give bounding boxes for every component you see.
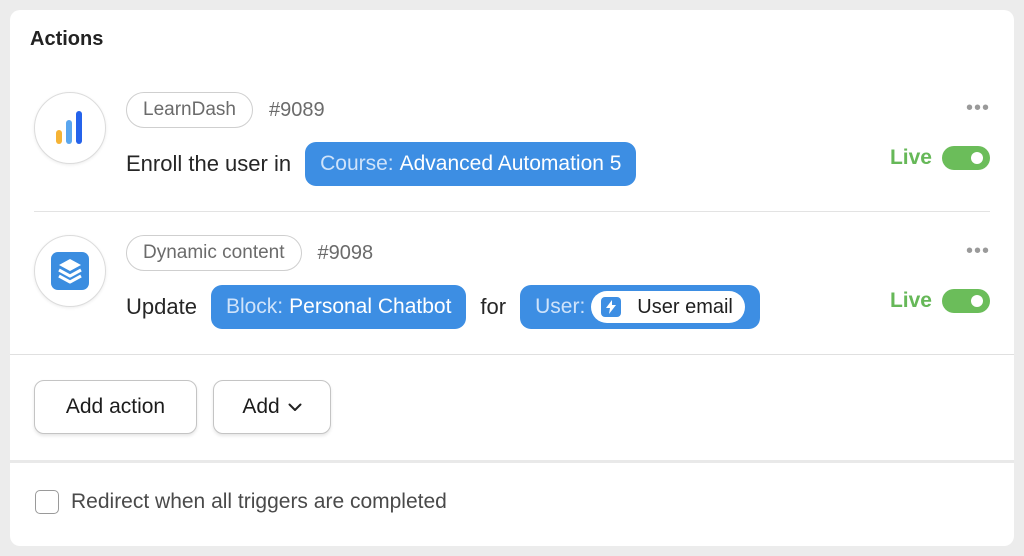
action-sentence: Enroll the user in Course: Advanced Auto…	[126, 142, 637, 186]
redirect-option: Redirect when all triggers are completed	[35, 490, 447, 514]
section-divider	[10, 354, 1014, 355]
redirect-label[interactable]: Redirect when all triggers are completed	[71, 490, 447, 514]
app-pill[interactable]: Dynamic content	[126, 235, 302, 271]
toggle-knob	[971, 152, 983, 164]
token-label: User email	[637, 295, 733, 318]
live-toggle[interactable]	[942, 289, 990, 313]
live-toggle[interactable]	[942, 146, 990, 170]
actions-panel: Actions LearnDash #9089 Enroll the user …	[10, 10, 1014, 546]
course-chip[interactable]: Course: Advanced Automation 5	[305, 142, 637, 186]
add-action-label: Add action	[65, 395, 166, 418]
action-header: LearnDash #9089	[126, 92, 325, 128]
panel-title: Actions	[30, 28, 104, 50]
sentence-joiner: for	[480, 294, 507, 319]
chevron-down-icon	[288, 403, 302, 412]
add-dropdown-button[interactable]: Add	[213, 380, 331, 434]
chip-key: User:	[535, 295, 586, 318]
add-action-button[interactable]: Add action	[34, 380, 197, 434]
bar-chart-icon	[56, 111, 82, 144]
action-id: #9089	[268, 98, 325, 121]
row-divider	[34, 211, 990, 212]
chip-key: Block:	[225, 295, 284, 318]
status-label: Live	[889, 289, 932, 312]
redirect-checkbox[interactable]	[35, 490, 59, 514]
add-label: Add	[242, 395, 280, 418]
user-chip[interactable]: User: User email	[520, 285, 760, 329]
action-id: #9098	[317, 241, 374, 264]
more-menu-icon[interactable]: •••	[966, 98, 990, 118]
status-control: Live	[890, 289, 990, 313]
toggle-knob	[971, 295, 983, 307]
status-label: Live	[889, 146, 932, 169]
sentence-prefix: Update	[126, 294, 197, 319]
block-chip[interactable]: Block: Personal Chatbot	[210, 285, 467, 329]
dynamic-content-logo	[34, 235, 106, 307]
chip-value: Personal Chatbot	[289, 295, 452, 318]
status-control: Live	[890, 146, 990, 170]
learndash-logo	[34, 92, 106, 164]
chip-value: Advanced Automation 5	[399, 152, 622, 175]
action-sentence: Update Block: Personal Chatbot for User:…	[126, 285, 760, 329]
section-divider	[10, 460, 1014, 463]
layers-icon	[51, 252, 89, 290]
action-row: LearnDash #9089 Enroll the user in Cours…	[34, 82, 990, 212]
action-row: Dynamic content #9098 Update Block: Pers…	[34, 225, 990, 355]
lightning-icon	[601, 297, 622, 317]
app-pill[interactable]: LearnDash	[126, 92, 253, 128]
sentence-prefix: Enroll the user in	[126, 151, 292, 176]
chip-key: Course:	[320, 152, 394, 175]
more-menu-icon[interactable]: •••	[966, 241, 990, 261]
action-header: Dynamic content #9098	[126, 235, 373, 271]
user-email-token[interactable]: User email	[591, 291, 745, 323]
